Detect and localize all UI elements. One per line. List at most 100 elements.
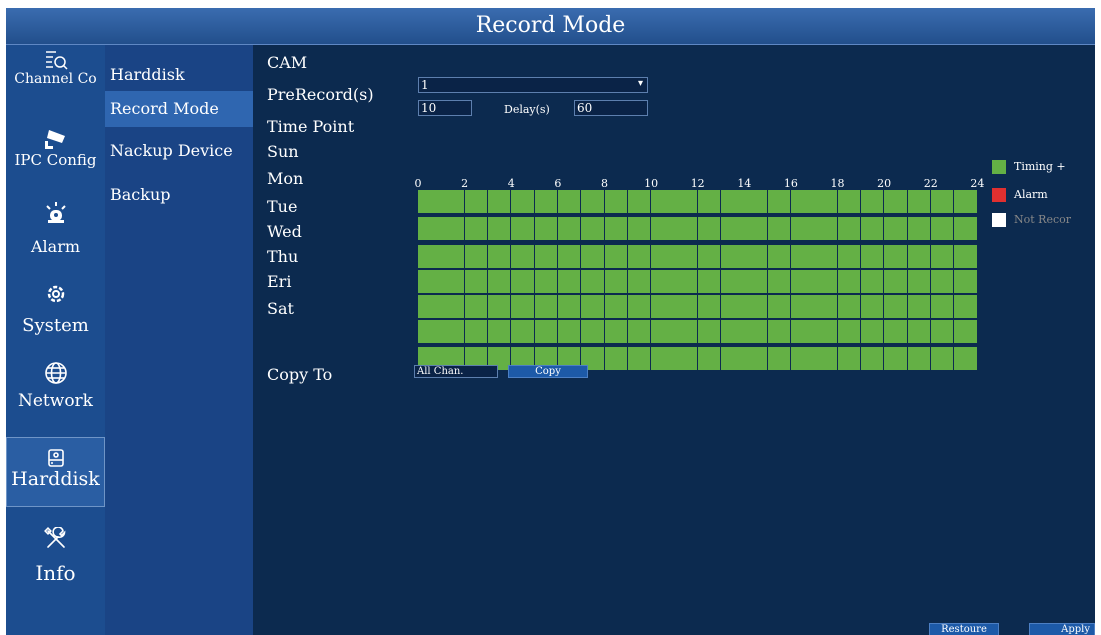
schedule-cell[interactable] <box>581 217 604 240</box>
schedule-cell[interactable] <box>954 347 977 370</box>
schedule-cell[interactable] <box>860 217 884 240</box>
schedule-cell[interactable] <box>581 270 604 293</box>
schedule-cell[interactable] <box>721 295 744 318</box>
schedule-cell[interactable] <box>534 270 558 293</box>
schedule-cell[interactable] <box>814 320 837 343</box>
submenu-item-backup-device[interactable]: Nackup Device <box>105 133 253 169</box>
schedule-cell[interactable] <box>744 217 767 240</box>
schedule-cell[interactable] <box>767 217 791 240</box>
schedule-cell[interactable] <box>907 347 931 370</box>
schedule-cell[interactable] <box>791 245 814 268</box>
schedule-cell[interactable] <box>418 320 441 343</box>
schedule-cell[interactable] <box>651 295 674 318</box>
schedule-cell[interactable] <box>534 217 558 240</box>
schedule-cell[interactable] <box>954 295 977 318</box>
schedule-cell[interactable] <box>767 320 791 343</box>
apply-button[interactable]: Apply <box>1029 623 1095 635</box>
schedule-cell[interactable] <box>604 295 627 318</box>
cam-select[interactable]: 1 ▾ <box>418 77 648 93</box>
schedule-cell[interactable] <box>930 190 954 213</box>
schedule-cell[interactable] <box>884 347 907 370</box>
schedule-cell[interactable] <box>651 347 674 370</box>
schedule-cell[interactable] <box>651 270 674 293</box>
schedule-cell[interactable] <box>814 347 837 370</box>
schedule-cell[interactable] <box>418 270 441 293</box>
restore-button[interactable]: Restoure <box>929 623 999 635</box>
schedule-cell[interactable] <box>534 320 558 343</box>
schedule-cell[interactable] <box>697 270 721 293</box>
schedule-cell[interactable] <box>674 245 697 268</box>
schedule-cell[interactable] <box>674 190 697 213</box>
sidebar-item-network[interactable]: Network <box>6 361 105 431</box>
sidebar-item-ipc-config[interactable]: IPC Config <box>6 127 105 187</box>
sidebar-item-channel-config[interactable]: Channel Co <box>6 49 105 107</box>
schedule-cell[interactable] <box>651 190 674 213</box>
schedule-cell[interactable] <box>511 320 534 343</box>
schedule-cell[interactable] <box>884 190 907 213</box>
schedule-cell[interactable] <box>557 245 581 268</box>
schedule-cell[interactable] <box>744 295 767 318</box>
schedule-cell[interactable] <box>627 295 651 318</box>
schedule-cell[interactable] <box>604 245 627 268</box>
schedule-cell[interactable] <box>627 270 651 293</box>
schedule-cell[interactable] <box>487 295 511 318</box>
schedule-cell[interactable] <box>674 217 697 240</box>
schedule-cell[interactable] <box>511 245 534 268</box>
schedule-cell[interactable] <box>860 347 884 370</box>
sidebar-item-harddisk[interactable]: Harddisk <box>6 437 105 507</box>
schedule-cell[interactable] <box>884 245 907 268</box>
schedule-cell[interactable] <box>627 347 651 370</box>
schedule-cell[interactable] <box>791 270 814 293</box>
schedule-cell[interactable] <box>627 245 651 268</box>
schedule-cell[interactable] <box>511 217 534 240</box>
sidebar-item-info[interactable]: Info <box>6 517 105 607</box>
schedule-cell[interactable] <box>791 217 814 240</box>
schedule-cell[interactable] <box>674 270 697 293</box>
schedule-cell[interactable] <box>604 320 627 343</box>
schedule-cell[interactable] <box>627 320 651 343</box>
schedule-cell[interactable] <box>557 295 581 318</box>
schedule-cell[interactable] <box>721 270 744 293</box>
schedule-cell[interactable] <box>721 190 744 213</box>
schedule-cell[interactable] <box>814 295 837 318</box>
schedule-cell[interactable] <box>744 270 767 293</box>
schedule-cell[interactable] <box>791 320 814 343</box>
schedule-cell[interactable] <box>441 190 464 213</box>
delay-input[interactable]: 60 <box>574 100 648 116</box>
schedule-cell[interactable] <box>837 245 861 268</box>
schedule-cell[interactable] <box>557 270 581 293</box>
schedule-cell[interactable] <box>791 347 814 370</box>
schedule-cell[interactable] <box>464 270 488 293</box>
schedule-cell[interactable] <box>627 190 651 213</box>
schedule-cell[interactable] <box>557 320 581 343</box>
schedule-cell[interactable] <box>441 320 464 343</box>
schedule-cell[interactable] <box>441 295 464 318</box>
schedule-cell[interactable] <box>697 190 721 213</box>
schedule-cell[interactable] <box>511 270 534 293</box>
schedule-cell[interactable] <box>884 320 907 343</box>
schedule-cell[interactable] <box>721 217 744 240</box>
schedule-cell[interactable] <box>487 270 511 293</box>
schedule-cell[interactable] <box>860 245 884 268</box>
prerecord-input[interactable]: 10 <box>418 100 472 116</box>
schedule-cell[interactable] <box>837 190 861 213</box>
schedule-cell[interactable] <box>884 217 907 240</box>
copy-source-select[interactable]: All Chan. <box>414 365 498 378</box>
sidebar-item-system[interactable]: System <box>6 283 105 353</box>
schedule-cell[interactable] <box>767 245 791 268</box>
schedule-cell[interactable] <box>791 190 814 213</box>
schedule-cell[interactable] <box>581 190 604 213</box>
schedule-cell[interactable] <box>581 320 604 343</box>
schedule-cell[interactable] <box>814 190 837 213</box>
schedule-cell[interactable] <box>954 270 977 293</box>
schedule-cell[interactable] <box>954 320 977 343</box>
schedule-cell[interactable] <box>907 245 931 268</box>
schedule-cell[interactable] <box>837 347 861 370</box>
schedule-cell[interactable] <box>907 320 931 343</box>
copy-button[interactable]: Copy <box>508 365 588 378</box>
schedule-cell[interactable] <box>464 245 488 268</box>
schedule-cell[interactable] <box>604 217 627 240</box>
schedule-cell[interactable] <box>930 217 954 240</box>
schedule-cell[interactable] <box>930 320 954 343</box>
schedule-cell[interactable] <box>860 270 884 293</box>
